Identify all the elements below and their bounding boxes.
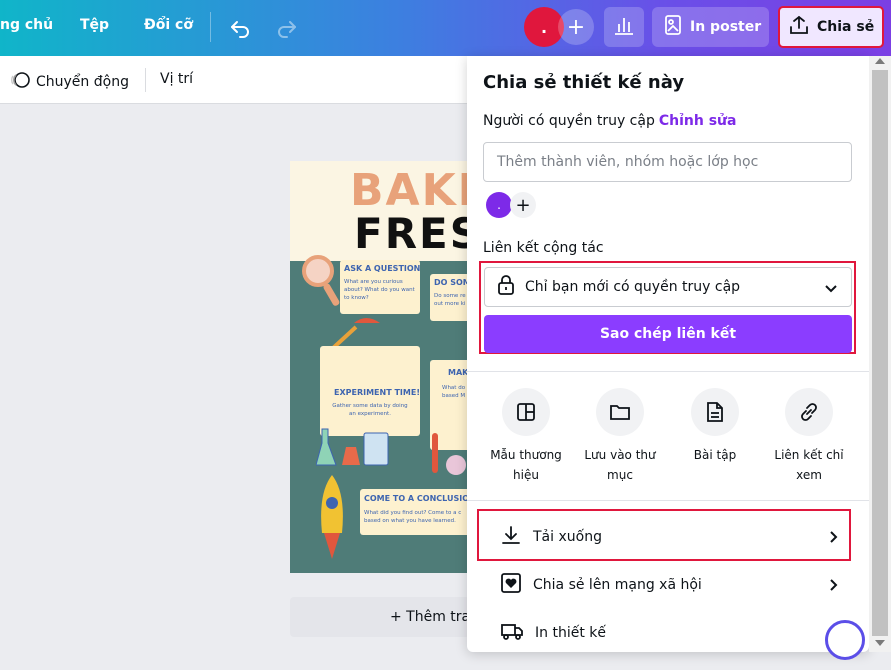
poster-card: EXPERIMENT TIME! Gather some data by doi… [320,346,420,436]
toolbar-divider [210,12,211,42]
print-design-row[interactable]: In thiết kế [483,613,853,652]
undo-icon[interactable] [228,15,252,39]
poster-icon [664,15,682,39]
access-label-text: Người có quyền truy cập [483,113,655,129]
brand-template-option[interactable]: Mẫu thương hiệu [481,388,571,485]
flask-icon [316,428,389,466]
print-design-label: In thiết kế [535,625,606,641]
nav-home[interactable]: ng chủ [0,17,53,33]
help-button[interactable] [825,620,865,660]
poster-card-title: COME TO A CONCLUSION [364,494,470,503]
member-avatar[interactable]: . [486,192,512,218]
option-label: Lưu vào thư mục [584,448,656,482]
top-bar: ng chủ Tệp Đổi cỡ . + In poster Chia sẻ [0,0,891,56]
scroll-up-arrow[interactable] [875,58,885,64]
lock-icon [497,275,515,299]
poster-card-title: EXPERIMENT TIME! [334,388,420,397]
animate-icon [10,71,32,93]
print-poster-button[interactable]: In poster [652,7,769,47]
folder-icon [596,388,644,436]
add-page-button[interactable]: + Thêm trang [290,597,470,637]
section-divider [467,500,869,501]
assignment-option[interactable]: Bài tập [670,388,760,465]
position-button[interactable]: Vị trí [160,71,193,87]
design-canvas[interactable]: BAKE FRES ASK A QUESTION What are you cu… [290,161,470,573]
rocket-icon [321,475,343,559]
poster-card-text: What do based M [442,385,466,399]
option-label: Bài tập [693,448,737,462]
animate-button[interactable]: Chuyển động [10,71,129,93]
chevron-right-icon [825,577,841,597]
panel-title: Chia sẻ thiết kế này [483,72,685,93]
redo-icon[interactable] [275,15,299,39]
poster-card-title: ASK A QUESTION [344,264,421,273]
link-icon [785,388,833,436]
heart-icon [501,573,521,597]
scroll-thumb[interactable] [872,70,888,636]
member-input[interactable]: Thêm thành viên, nhóm hoặc lớp học [483,142,852,182]
share-panel: Chia sẻ thiết kế này Người có quyền truy… [467,56,869,652]
option-label: Liên kết chỉ xem [774,448,844,482]
poster-card-title: DO SOME [434,278,470,287]
add-member-button[interactable]: + [510,192,536,218]
scroll-down-arrow[interactable] [875,640,885,646]
social-share-label: Chia sẻ lên mạng xã hội [533,577,702,593]
social-share-row[interactable]: Chia sẻ lên mạng xã hội [483,565,853,605]
panel-scrollbar[interactable] [869,56,891,652]
toolbar-separator [145,68,146,92]
add-people-button[interactable]: + [558,9,594,45]
upload-icon [789,15,809,39]
poster-card: ASK A QUESTION What are you curious abou… [340,260,420,314]
chevron-down-icon [823,280,839,300]
truck-icon [501,621,523,645]
copy-link-button[interactable]: Sao chép liên kết [484,315,852,353]
brand-template-icon [502,388,550,436]
poster-card-text: Gather some data by doing an experiment. [332,403,408,417]
assignment-icon [691,388,739,436]
share-label: Chia sẻ [817,19,875,35]
access-edit-link[interactable]: Chỉnh sửa [659,113,737,129]
save-to-folder-option[interactable]: Lưu vào thư mục [575,388,665,485]
magnifier-icon [302,255,340,306]
poster-card-text: What did you find out? Come to a c based… [364,510,462,524]
download-highlight [477,509,851,561]
bar-chart-icon [613,14,635,40]
access-level-select[interactable]: Chỉ bạn mới có quyền truy cập [484,267,852,307]
nav-resize[interactable]: Đổi cỡ [144,17,193,33]
view-only-link-option[interactable]: Liên kết chỉ xem [764,388,854,485]
share-button[interactable]: Chia sẻ [778,6,884,48]
poster-title-line2: FRES [354,209,470,258]
poster-card: DO SOME Do some re out more ki [430,274,470,321]
test-tube-icon [432,433,466,475]
poster-card: COME TO A CONCLUSION What did you find o… [360,489,470,535]
poster-card-text: Do some re out more ki [434,293,466,307]
poster-card-text: What are you curious about? What do you … [344,279,415,301]
access-label: Người có quyền truy cập Chỉnh sửa [483,113,736,129]
collab-link-label: Liên kết cộng tác [483,240,604,256]
insights-button[interactable] [604,7,644,47]
option-label: Mẫu thương hiệu [490,448,562,482]
print-poster-label: In poster [690,19,762,35]
access-level-value: Chỉ bạn mới có quyền truy cập [525,279,741,295]
animate-label: Chuyển động [36,74,129,90]
section-divider [467,371,869,372]
nav-file[interactable]: Tệp [80,17,109,33]
